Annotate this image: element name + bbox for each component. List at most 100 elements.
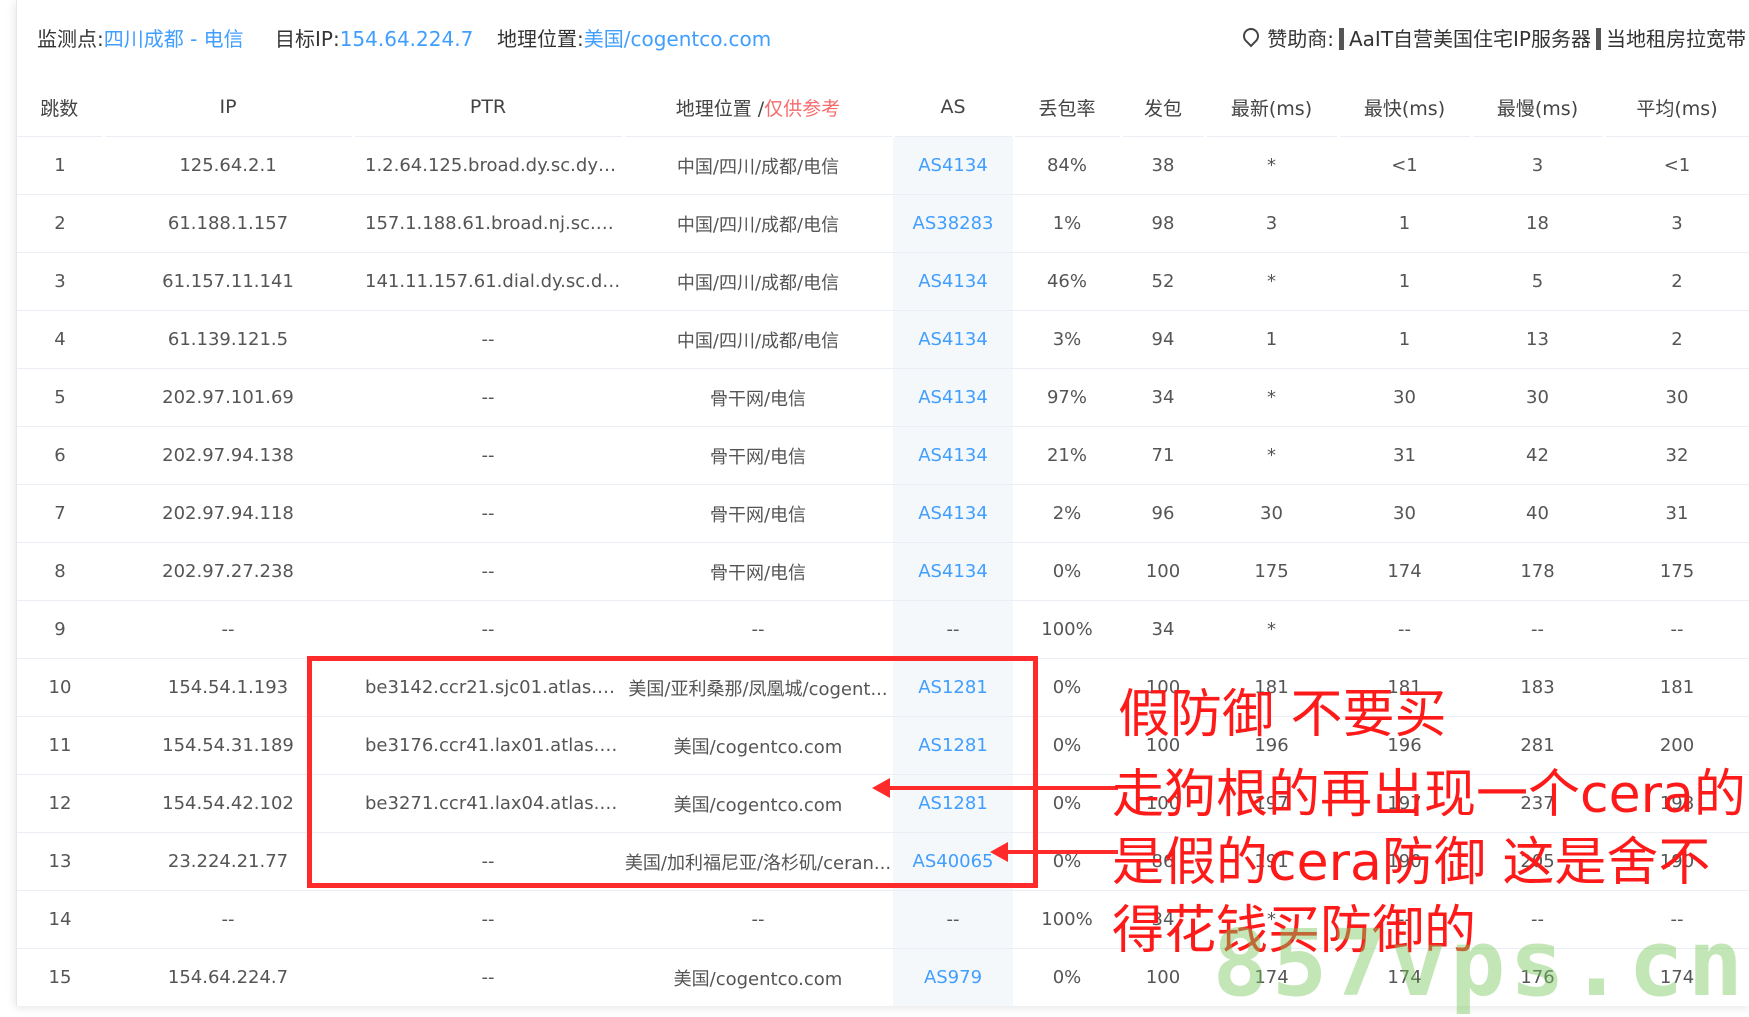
worst-cell: -- (1471, 600, 1604, 659)
avg-cell: 3 (1604, 194, 1749, 253)
ip-cell: 202.97.101.69 (103, 368, 353, 427)
as-link[interactable]: AS4134 (918, 271, 988, 292)
table-row: 5 202.97.101.69 -- 骨干网/电信 AS4134 97% 34 * 30 30 30 (17, 368, 1749, 427)
ptr-cell: -- (353, 426, 623, 485)
best-cell: <1 (1338, 136, 1471, 195)
hop-cell: 5 (17, 368, 103, 427)
ptr-cell: -- (353, 948, 623, 1006)
ip-cell: 61.157.11.141 (103, 252, 353, 311)
avg-cell: 2 (1604, 310, 1749, 369)
geo-location: 地理位置:美国/cogentco.com (497, 0, 771, 78)
ptr-cell: -- (353, 310, 623, 369)
as-cell: AS4134 (893, 252, 1013, 311)
as-cell: AS979 (893, 948, 1013, 1006)
last-cell: * (1205, 600, 1338, 659)
sponsor-link-2[interactable]: 当地租房拉宽带 (1606, 27, 1746, 51)
geo-cell: 中国/四川/成都/电信 (623, 310, 893, 369)
table-row: 4 61.139.121.5 -- 中国/四川/成都/电信 AS4134 3% 94 1 1 13… (17, 310, 1749, 369)
worst-cell: 3 (1471, 136, 1604, 195)
best-cell: 1 (1338, 252, 1471, 311)
arrow-icon (872, 778, 1118, 798)
annotation-line-3: 是假的cera防御 这是舍不 (1112, 833, 1711, 893)
ptr-cell: -- (353, 600, 623, 659)
as-link: -- (946, 909, 960, 930)
worst-cell: 13 (1471, 310, 1604, 369)
as-link[interactable]: AS4134 (918, 329, 988, 350)
header-geo-label: 地理位置 / (675, 97, 765, 120)
header-loss: 丢包率 (1013, 78, 1123, 137)
as-cell: AS38283 (893, 194, 1013, 253)
as-link: -- (946, 619, 960, 640)
target-label: 目标IP: (275, 27, 340, 51)
worst-cell: 183 (1471, 658, 1604, 717)
avg-cell: 32 (1604, 426, 1749, 485)
hop-cell: 2 (17, 194, 103, 253)
loss-cell: 21% (1013, 426, 1121, 485)
ip-cell: 202.97.94.118 (103, 484, 353, 543)
best-cell: -- (1338, 600, 1471, 659)
hop-cell: 6 (17, 426, 103, 485)
ip-cell: 125.64.2.1 (103, 136, 353, 195)
header-ip: IP (103, 78, 355, 137)
as-link[interactable]: AS38283 (913, 213, 994, 234)
loss-cell: 46% (1013, 252, 1121, 311)
target-value[interactable]: 154.64.224.7 (340, 27, 474, 51)
last-cell: 1 (1205, 310, 1338, 369)
as-link[interactable]: AS979 (924, 967, 982, 988)
sent-cell: 34 (1121, 368, 1205, 427)
as-link[interactable]: AS4134 (918, 561, 988, 582)
best-cell: 30 (1338, 484, 1471, 543)
hop-cell: 10 (17, 658, 103, 717)
best-cell: 174 (1338, 542, 1471, 601)
hop-cell: 12 (17, 774, 103, 833)
sponsor-link-1[interactable]: AaIT自营美国住宅IP服务器 (1349, 27, 1591, 51)
sponsor: 赞助商: AaIT自营美国住宅IP服务器 当地租房拉宽带 (1239, 0, 1746, 78)
monitor-value[interactable]: 四川成都 - 电信 (104, 27, 244, 51)
ip-cell: -- (103, 890, 353, 949)
worst-cell: 42 (1471, 426, 1604, 485)
last-cell: * (1205, 368, 1338, 427)
sent-cell: 34 (1121, 600, 1205, 659)
as-cell: AS4134 (893, 426, 1013, 485)
as-cell: -- (893, 600, 1013, 659)
table-row: 6 202.97.94.138 -- 骨干网/电信 AS4134 21% 71 * 31 42 32 (17, 426, 1749, 485)
geo-cell: 中国/四川/成都/电信 (623, 194, 893, 253)
best-cell: 31 (1338, 426, 1471, 485)
table-row: 3 61.157.11.141 141.11.157.61.dial.dy.sc.d… (17, 252, 1749, 311)
as-link[interactable]: AS4134 (918, 503, 988, 524)
ip-cell: 154.64.224.7 (103, 948, 353, 1006)
table-row: 8 202.97.27.238 -- 骨干网/电信 AS4134 0% 100 175 174 1… (17, 542, 1749, 601)
table-row: 9 -- -- -- -- 100% 34 * -- -- -- (17, 600, 1749, 659)
loss-cell: 0% (1013, 948, 1121, 1006)
geo-cell: 骨干网/电信 (623, 484, 893, 543)
as-link[interactable]: AS4134 (918, 387, 988, 408)
ptr-cell: -- (353, 484, 623, 543)
geo-value[interactable]: 美国/cogentco.com (584, 27, 771, 51)
ip-cell: 202.97.27.238 (103, 542, 353, 601)
ip-cell: 61.188.1.157 (103, 194, 353, 253)
header-worst: 最慢(ms) (1471, 78, 1606, 137)
as-link[interactable]: AS4134 (918, 155, 988, 176)
ip-cell: 202.97.94.138 (103, 426, 353, 485)
geo-cell: 骨干网/电信 (623, 368, 893, 427)
hop-cell: 4 (17, 310, 103, 369)
header-geo: 地理位置 /仅供参考 (623, 78, 895, 137)
loss-cell: 1% (1013, 194, 1121, 253)
as-link[interactable]: AS4134 (918, 445, 988, 466)
loss-cell: 0% (1013, 542, 1121, 601)
arrow-icon (990, 842, 1118, 862)
loss-cell: 100% (1013, 600, 1121, 659)
as-cell: AS4134 (893, 368, 1013, 427)
avg-cell: 181 (1604, 658, 1749, 717)
sent-cell: 98 (1121, 194, 1205, 253)
ip-cell: 61.139.121.5 (103, 310, 353, 369)
geo-cell: 中国/四川/成都/电信 (623, 252, 893, 311)
last-cell: 3 (1205, 194, 1338, 253)
header-geo-note: 仅供参考 (764, 97, 841, 120)
loss-cell: 84% (1013, 136, 1121, 195)
header-hop: 跳数 (17, 78, 105, 137)
table-header: 跳数 IP PTR 地理位置 /仅供参考 AS 丢包率 发包 最新(ms) 最快… (17, 78, 1749, 137)
last-cell: 175 (1205, 542, 1338, 601)
last-cell: * (1205, 136, 1338, 195)
geo-cell: 美国/cogentco.com (623, 948, 893, 1006)
